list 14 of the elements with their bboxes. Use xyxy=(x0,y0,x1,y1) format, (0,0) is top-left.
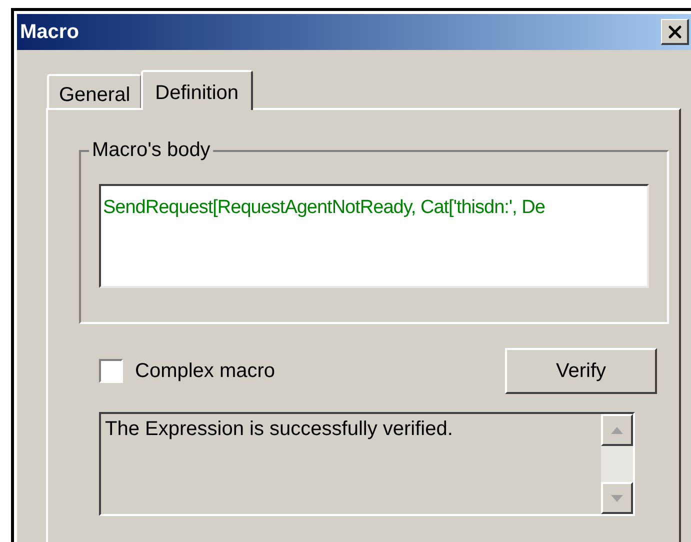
window-title: Macro xyxy=(20,20,79,45)
message-text: The Expression is successfully verified. xyxy=(104,417,454,442)
tab[interactable]: General xyxy=(47,74,142,108)
checkbox-label: Complex macro xyxy=(135,359,276,384)
up-arrow-icon xyxy=(611,426,623,434)
down-arrow-icon xyxy=(611,494,623,502)
verify-button[interactable]: Verify xyxy=(505,348,657,394)
scroll-up-button[interactable] xyxy=(601,414,633,446)
tab[interactable]: Definition xyxy=(141,70,253,110)
checkbox[interactable] xyxy=(99,359,123,383)
scroll-down-button[interactable] xyxy=(601,482,633,514)
macro-body-field[interactable]: SendRequest[RequestAgentNotReady, Cat['thisdn:', De xyxy=(99,184,649,288)
close-button[interactable] xyxy=(661,19,689,45)
scrollbar[interactable] xyxy=(601,414,633,514)
